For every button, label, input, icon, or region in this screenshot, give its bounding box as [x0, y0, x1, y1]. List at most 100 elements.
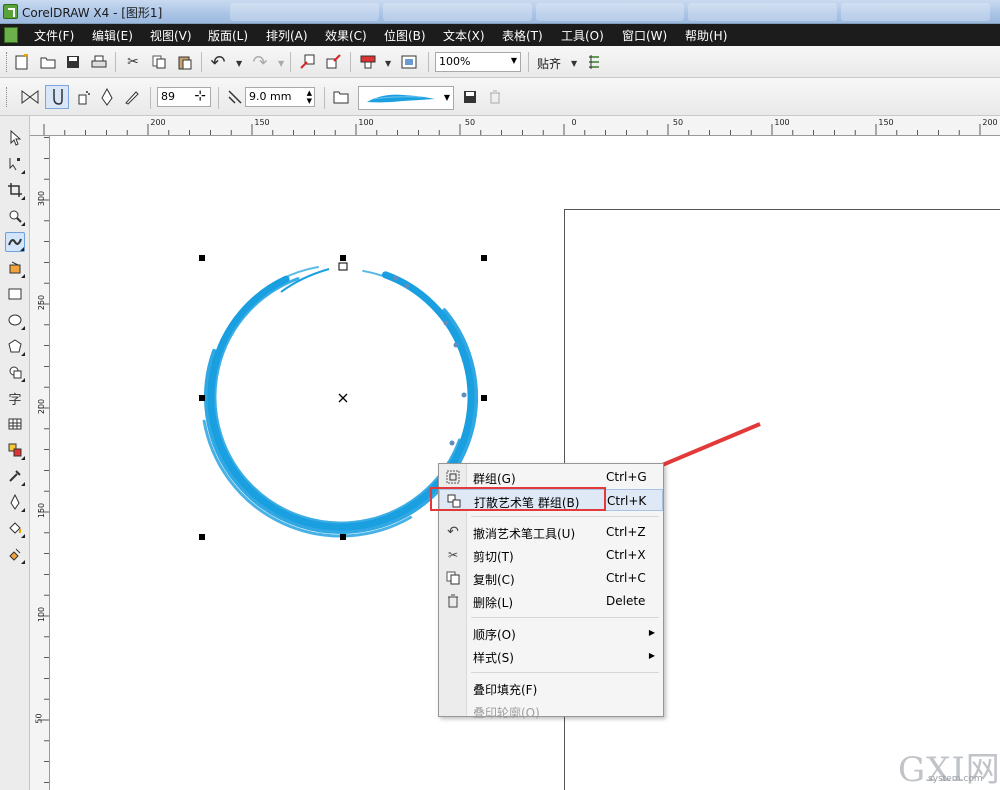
menu-item[interactable]: 帮助(H) [685, 27, 727, 44]
context-menu-item[interactable]: 删除(L) Delete [439, 590, 663, 612]
launcher-dropdown-icon[interactable]: ▼ [385, 59, 391, 68]
brush-icon[interactable] [45, 85, 69, 109]
ellipse-tool-icon[interactable] [5, 310, 25, 330]
options-icon[interactable] [584, 52, 604, 72]
save-stroke-icon[interactable] [460, 87, 480, 107]
save-icon[interactable] [63, 52, 83, 72]
crop-tool-icon[interactable] [5, 180, 25, 200]
eyedropper-tool-icon[interactable] [5, 466, 25, 486]
horizontal-ruler[interactable]: 200 150 100 50 0 50 100 150 200 [32, 116, 1000, 136]
stroke-width-input[interactable]: 9.0 mm ▲ ▼ [245, 87, 315, 107]
context-menu-item: 叠印轮廓(O) [439, 700, 663, 722]
preset-icon[interactable] [20, 87, 40, 107]
toolbar-grip[interactable] [6, 87, 9, 107]
export-icon[interactable] [324, 52, 344, 72]
flyout-indicator-icon [21, 274, 25, 278]
snap-dropdown-icon[interactable]: ▼ [571, 59, 577, 68]
context-menu-shortcut: Ctrl+C [606, 571, 646, 585]
new-document-icon[interactable] [12, 52, 32, 72]
context-menu-item[interactable]: 复制(C) Ctrl+C [439, 567, 663, 589]
redo-icon[interactable]: ↷ [250, 52, 270, 73]
menu-item[interactable]: 视图(V) [150, 27, 192, 44]
interactive-fill-tool-icon[interactable] [5, 544, 25, 564]
stroke-list-combo[interactable]: ▼ [358, 86, 454, 110]
context-menu-item[interactable]: ↶ 撤消艺术笔工具(U) Ctrl+Z [439, 521, 663, 543]
interactive-blend-tool-icon[interactable] [5, 440, 25, 460]
context-menu-label: 叠印轮廓(O) [473, 706, 540, 720]
menu-item[interactable]: 效果(C) [325, 27, 367, 44]
selection-handle[interactable] [199, 255, 205, 261]
context-menu-item[interactable]: 群组(G) Ctrl+G [439, 466, 663, 488]
path-nodes[interactable] [338, 262, 467, 446]
cut-icon[interactable]: ✂ [123, 52, 143, 72]
menu-item[interactable]: 表格(T) [502, 27, 543, 44]
context-menu-label: 删除(L) [473, 596, 514, 610]
selection-handle[interactable] [481, 255, 487, 261]
shape-tool-icon[interactable] [5, 154, 25, 174]
node-handle[interactable] [461, 392, 467, 398]
document-icon[interactable] [4, 27, 18, 43]
zoom-tool-icon[interactable] [5, 206, 25, 226]
paste-icon[interactable] [175, 52, 195, 72]
menu-separator [471, 516, 659, 517]
context-menu-item[interactable]: 顺序(O) ▶ [439, 622, 663, 644]
import-icon[interactable] [298, 52, 318, 72]
context-menu-item[interactable]: ✂ 剪切(T) Ctrl+X [439, 544, 663, 566]
undo-icon[interactable]: ↶ [208, 52, 228, 73]
menu-item[interactable]: 工具(O) [561, 27, 604, 44]
application-launcher-icon[interactable] [358, 52, 378, 72]
vertical-ruler[interactable]: 300 250 200 150 100 50 [30, 136, 50, 790]
snap-to-label[interactable]: 贴齐 [537, 55, 561, 72]
artistic-media-tool-icon[interactable] [5, 232, 25, 252]
menu-item[interactable]: 文件(F) [34, 27, 74, 44]
outline-tool-icon[interactable] [5, 492, 25, 512]
menu-item[interactable]: 排列(A) [266, 27, 308, 44]
sprayer-icon[interactable] [73, 87, 93, 107]
context-menu-label: 顺序(O) [473, 628, 516, 642]
selection-handle[interactable] [481, 395, 487, 401]
node-handle[interactable] [338, 262, 348, 271]
copy-icon[interactable] [149, 52, 169, 72]
fill-tool-icon[interactable] [5, 518, 25, 538]
open-folder-icon[interactable] [38, 52, 58, 72]
rectangle-tool-icon[interactable] [5, 284, 25, 304]
selection-handle[interactable] [199, 395, 205, 401]
ruler-label: 150 [878, 118, 894, 127]
table-tool-icon[interactable] [5, 414, 25, 434]
context-menu-item[interactable]: 样式(S) ▶ [439, 645, 663, 667]
menu-item[interactable]: 版面(L) [208, 27, 248, 44]
welcome-screen-icon[interactable] [399, 52, 419, 72]
pressure-icon[interactable] [122, 87, 142, 107]
polygon-tool-icon[interactable] [5, 336, 25, 356]
slider-icon[interactable]: ⊹ [194, 88, 206, 104]
context-menu-item[interactable]: 叠印填充(F) [439, 677, 663, 699]
selection-handle[interactable] [340, 255, 346, 261]
node-handle[interactable] [393, 275, 399, 281]
selection-handle[interactable] [340, 534, 346, 540]
redo-dropdown-icon[interactable]: ▼ [278, 59, 284, 68]
node-handle[interactable] [443, 320, 449, 326]
selection-handle[interactable] [199, 534, 205, 540]
spinner-icon[interactable]: ▲ ▼ [307, 89, 312, 105]
zoom-level-combo[interactable]: 100% ▼ [435, 52, 521, 72]
calligraphic-icon[interactable] [97, 87, 117, 107]
text-tool-icon[interactable]: 字 [5, 388, 25, 408]
ruler-label: 250 [37, 294, 47, 311]
browse-folder-icon[interactable] [331, 87, 351, 107]
basic-shapes-tool-icon[interactable] [5, 362, 25, 382]
menu-item[interactable]: 文本(X) [443, 27, 485, 44]
node-handle[interactable] [453, 342, 459, 348]
menu-item[interactable]: 位图(B) [384, 27, 426, 44]
toolbar-grip[interactable] [6, 52, 9, 72]
undo-dropdown-icon[interactable]: ▼ [236, 59, 242, 68]
pick-tool-icon[interactable] [5, 128, 25, 148]
freehand-smoothing-input[interactable]: 89 ⊹ [157, 87, 211, 107]
print-icon[interactable] [89, 52, 109, 72]
node-handle[interactable] [449, 440, 455, 446]
delete-stroke-icon[interactable] [485, 87, 505, 107]
menu-item[interactable]: 编辑(E) [92, 27, 133, 44]
menu-item[interactable]: 窗口(W) [622, 27, 667, 44]
smart-fill-tool-icon[interactable] [5, 258, 25, 278]
node-handle[interactable] [404, 283, 410, 289]
flyout-indicator-icon [21, 534, 25, 538]
